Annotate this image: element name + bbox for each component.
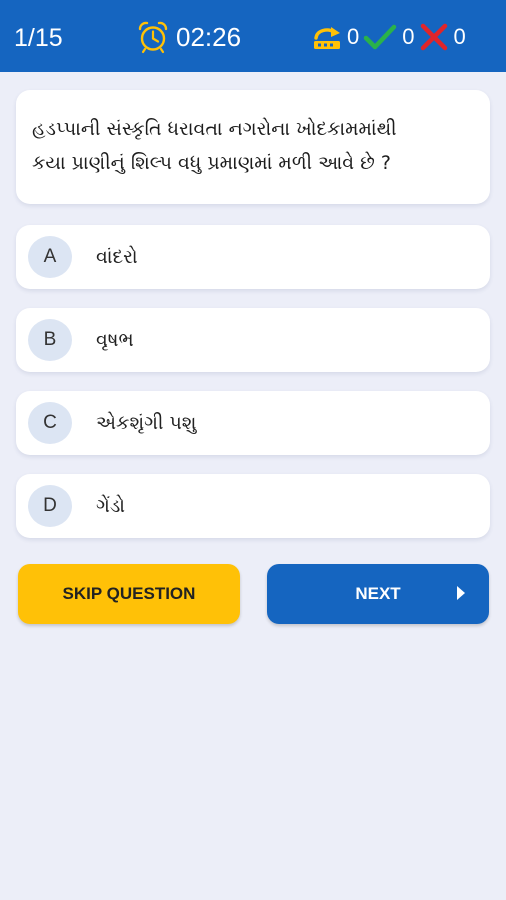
option-a[interactable]: A વાંદરો <box>16 225 490 289</box>
timer: 02:26 <box>136 20 241 54</box>
cross-icon <box>419 23 449 51</box>
question-line-2: કયા પ્રાણીનું શિલ્પ વધુ પ્રમાણમાં મળી આવ… <box>32 152 391 174</box>
play-arrow-icon <box>457 586 465 600</box>
question-progress: 1/15 <box>14 24 63 52</box>
next-label: NEXT <box>355 584 401 603</box>
option-c[interactable]: C એકશૃંગી પશુ <box>16 391 490 455</box>
wrong-count: 0 <box>453 24 466 49</box>
skip-question-button[interactable]: SKIP QUESTION <box>18 564 240 624</box>
option-d[interactable]: D ગેંડો <box>16 474 490 538</box>
skip-question-label: SKIP QUESTION <box>62 584 196 603</box>
skipped-count: 0 <box>347 24 360 49</box>
check-icon <box>363 24 397 50</box>
score-stats: 0 0 0 <box>312 23 470 51</box>
next-button[interactable]: NEXT <box>267 564 489 624</box>
option-text: ગેંડો <box>96 495 126 517</box>
question-line-1: હડપ્પાની સંસ્કૃતિ ધરાવતા નગરોના ખોદકામમા… <box>32 118 397 140</box>
top-bar: 1/15 02:26 0 0 0 <box>0 0 506 72</box>
question-card: હડપ્પાની સંસ્કૃતિ ધરાવતા નગરોના ખોદકામમા… <box>16 90 490 204</box>
option-b[interactable]: B વૃષભ <box>16 308 490 372</box>
option-letter-badge: B <box>28 319 72 361</box>
option-letter-badge: A <box>28 236 72 278</box>
option-text: એકશૃંગી પશુ <box>96 412 197 434</box>
question-text: હડપ્પાની સંસ્કૃતિ ધરાવતા નગરોના ખોદકામમા… <box>32 112 480 180</box>
option-letter-badge: C <box>28 402 72 444</box>
option-text: વૃષભ <box>96 329 134 351</box>
option-text: વાંદરો <box>96 246 138 268</box>
correct-count: 0 <box>402 24 415 49</box>
timer-value: 02:26 <box>176 22 242 52</box>
option-letter-badge: D <box>28 485 72 527</box>
alarm-clock-icon <box>136 20 170 54</box>
skip-arrow-icon <box>312 24 342 50</box>
